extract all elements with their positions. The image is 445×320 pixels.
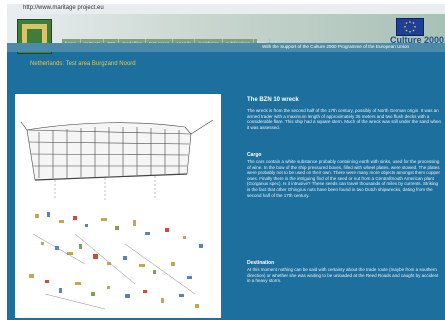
culture-2000-label: Culture 2000 xyxy=(390,35,445,45)
address-url[interactable]: http://www.maritage project.eu xyxy=(23,5,104,11)
wreck-illustration xyxy=(20,119,214,310)
browser-page: http://www.maritage project.eu home part… xyxy=(7,4,445,320)
section-title: The BZN 10 wreck xyxy=(247,97,299,103)
cargo-title: Cargo xyxy=(247,152,262,158)
logo-core xyxy=(27,29,42,44)
page-title: Netherlands: Test area Burgzand Noord xyxy=(30,61,136,67)
wreck-finds xyxy=(29,212,203,310)
destination-paragraph: At this moment nothing can be said with … xyxy=(247,267,439,284)
wreck-illustration-panel xyxy=(15,94,221,318)
support-text: With the Support of the Culture 2000 Pro… xyxy=(262,44,410,49)
intro-paragraph: The wreck is from the second half of the… xyxy=(247,108,442,130)
ship-profile xyxy=(20,119,214,200)
eu-flag-icon xyxy=(396,18,424,36)
cargo-paragraph: The cars contain a white substance proba… xyxy=(247,159,441,198)
destination-title: Destination xyxy=(247,260,275,266)
